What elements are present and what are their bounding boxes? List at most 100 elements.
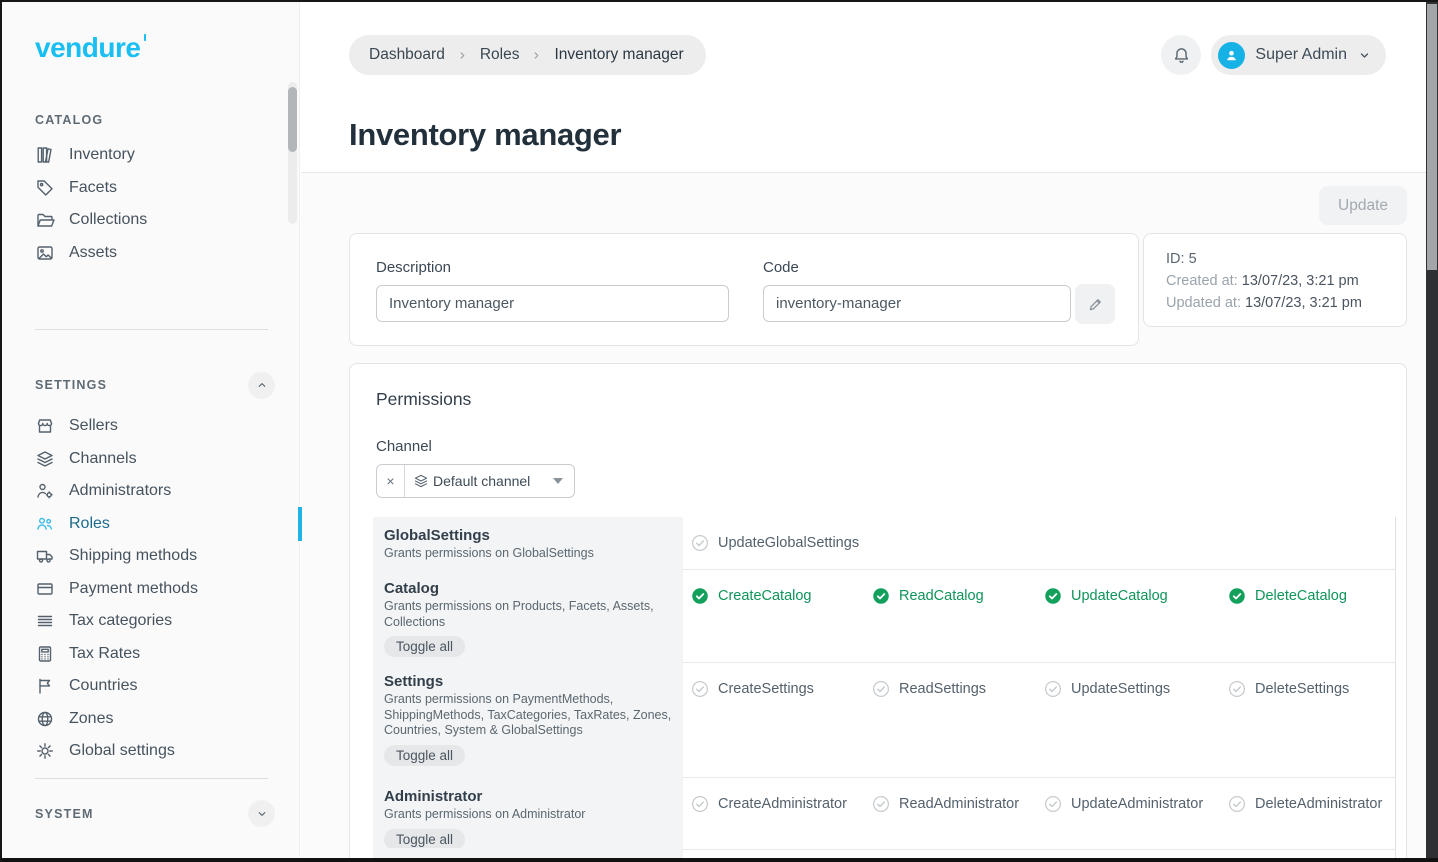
- chevron-right-icon: [530, 49, 543, 62]
- edit-code-button[interactable]: [1075, 284, 1115, 324]
- sidebar-item-channels[interactable]: Channels: [2, 443, 299, 476]
- window-bottom-edge: [2, 858, 1438, 862]
- system-expand-button[interactable]: [248, 800, 275, 827]
- permissions-card: Permissions Channel × Default channel Gl…: [349, 363, 1407, 860]
- remove-channel-button[interactable]: ×: [377, 465, 405, 497]
- user-gear-icon: [35, 481, 55, 501]
- description-input[interactable]: [376, 285, 729, 322]
- pencil-icon: [1087, 296, 1104, 313]
- main-area: Dashboard Roles Inventory manager Super …: [301, 2, 1426, 860]
- permission-checkbox-readadministrator[interactable]: ReadAdministrator: [872, 793, 1044, 815]
- trademark-mark: [144, 34, 147, 41]
- sidebar-item-shipping-methods[interactable]: Shipping methods: [2, 540, 299, 573]
- channel-select[interactable]: × Default channel: [376, 464, 575, 498]
- sidebar-item-payment-methods[interactable]: Payment methods: [2, 573, 299, 606]
- circle-check-icon: [691, 795, 709, 813]
- sidebar-item-tax-categories[interactable]: Tax categories: [2, 605, 299, 638]
- book-icon: [35, 145, 55, 165]
- sidebar-item-countries[interactable]: Countries: [2, 670, 299, 703]
- vendure-logo[interactable]: vendure: [35, 32, 140, 64]
- id-label: ID:: [1166, 251, 1185, 267]
- permission-checkbox-createadministrator[interactable]: CreateAdministrator: [691, 793, 872, 815]
- permission-checkbox-readsettings[interactable]: ReadSettings: [872, 678, 1044, 700]
- entity-meta-card: ID: 5 Created at: 13/07/23, 3:21 pm Upda…: [1143, 233, 1407, 327]
- circle-check-icon: [1228, 587, 1246, 605]
- update-button[interactable]: Update: [1319, 186, 1407, 225]
- permission-checkbox-updatecatalog[interactable]: UpdateCatalog: [1044, 585, 1228, 607]
- permission-checkbox-createcatalog[interactable]: CreateCatalog: [691, 585, 872, 607]
- permission-checkbox-updatesettings[interactable]: UpdateSettings: [1044, 678, 1228, 700]
- created-at-label: Created at:: [1166, 273, 1238, 289]
- permission-checkbox-updateadministrator[interactable]: UpdateAdministrator: [1044, 793, 1228, 815]
- sidebar-scrollbar[interactable]: [288, 82, 297, 224]
- permission-checkbox-readcatalog[interactable]: ReadCatalog: [872, 585, 1044, 607]
- system-section-label: SYSTEM: [35, 807, 94, 821]
- breadcrumb-dashboard[interactable]: Dashboard: [369, 46, 445, 64]
- calculator-icon: [35, 644, 55, 664]
- sidebar-item-inventory[interactable]: Inventory: [2, 139, 299, 172]
- permission-category-name: Administrator: [384, 787, 672, 806]
- updated-at-value: 13/07/23, 3:21 pm: [1245, 295, 1362, 311]
- folder-icon: [35, 210, 55, 230]
- sidebar-scrollbar-thumb[interactable]: [288, 87, 297, 152]
- sidebar-item-facets[interactable]: Facets: [2, 172, 299, 205]
- settings-collapse-button[interactable]: [248, 372, 275, 399]
- toggle-all-button[interactable]: Toggle all: [384, 745, 465, 766]
- sidebar-item-tax-rates[interactable]: Tax Rates: [2, 638, 299, 671]
- permission-checkbox-updateglobalsettings[interactable]: UpdateGlobalSettings: [691, 532, 872, 554]
- permission-row-catalog: Catalog Grants permissions on Products, …: [373, 570, 1395, 663]
- layers-icon: [35, 449, 55, 469]
- updated-at-label: Updated at:: [1166, 295, 1241, 311]
- circle-check-icon: [872, 587, 890, 605]
- main-scrollbar-thumb[interactable]: [1427, 4, 1437, 270]
- notifications-button[interactable]: [1161, 35, 1201, 75]
- permission-checkbox-createsettings[interactable]: CreateSettings: [691, 678, 872, 700]
- chevron-down-icon: [1357, 48, 1372, 63]
- users-icon: [35, 514, 55, 534]
- gear-icon: [35, 741, 55, 761]
- user-name: Super Admin: [1255, 46, 1347, 64]
- permission-category-description: Grants permissions on Products, Facets, …: [384, 599, 672, 630]
- channel-label: Channel: [376, 438, 1406, 455]
- sidebar-item-global-settings[interactable]: Global settings: [2, 735, 299, 768]
- sidebar-item-administrators[interactable]: Administrators: [2, 475, 299, 508]
- circle-check-icon: [1228, 795, 1246, 813]
- permission-checkbox-deleteadministrator[interactable]: DeleteAdministrator: [1228, 793, 1395, 815]
- breadcrumb-roles[interactable]: Roles: [480, 46, 520, 64]
- user-menu[interactable]: Super Admin: [1211, 35, 1386, 75]
- list-icon: [35, 611, 55, 631]
- sidebar-item-zones[interactable]: Zones: [2, 703, 299, 736]
- main-scrollbar[interactable]: [1426, 2, 1438, 862]
- breadcrumb: Dashboard Roles Inventory manager: [349, 35, 706, 75]
- description-label: Description: [376, 259, 729, 276]
- settings-section-label: SETTINGS: [35, 378, 107, 392]
- circle-check-icon: [1228, 680, 1246, 698]
- toggle-all-button[interactable]: Toggle all: [384, 636, 465, 657]
- circle-check-icon: [1044, 587, 1062, 605]
- user-icon: [1223, 47, 1240, 64]
- code-input[interactable]: [763, 285, 1071, 322]
- chevron-right-icon: [456, 49, 469, 62]
- sidebar-divider: [35, 778, 268, 779]
- layers-icon: [405, 473, 433, 489]
- image-icon: [35, 243, 55, 263]
- sidebar-item-assets[interactable]: Assets: [2, 237, 299, 270]
- sidebar-item-sellers[interactable]: Sellers: [2, 410, 299, 443]
- chevron-up-icon: [255, 378, 269, 392]
- permission-row-administrator: Administrator Grants permissions on Admi…: [373, 778, 1395, 848]
- chevron-down-icon: [553, 478, 563, 484]
- catalog-section-label: CATALOG: [35, 113, 299, 127]
- permission-checkbox-deletesettings[interactable]: DeleteSettings: [1228, 678, 1395, 700]
- credit-card-icon: [35, 579, 55, 599]
- sidebar-item-collections[interactable]: Collections: [2, 204, 299, 237]
- permissions-table: GlobalSettings Grants permissions on Glo…: [373, 517, 1396, 860]
- permission-checkbox-deletecatalog[interactable]: DeleteCatalog: [1228, 585, 1395, 607]
- permission-category-description: Grants permissions on GlobalSettings: [384, 546, 672, 562]
- sidebar-item-roles[interactable]: Roles: [2, 508, 299, 541]
- app-window: vendure CATALOG Inventory Facets Collect…: [0, 0, 1438, 862]
- bell-icon: [1172, 46, 1191, 65]
- globe-icon: [35, 709, 55, 729]
- toggle-all-button[interactable]: Toggle all: [384, 829, 465, 850]
- avatar: [1218, 42, 1245, 69]
- flag-icon: [35, 676, 55, 696]
